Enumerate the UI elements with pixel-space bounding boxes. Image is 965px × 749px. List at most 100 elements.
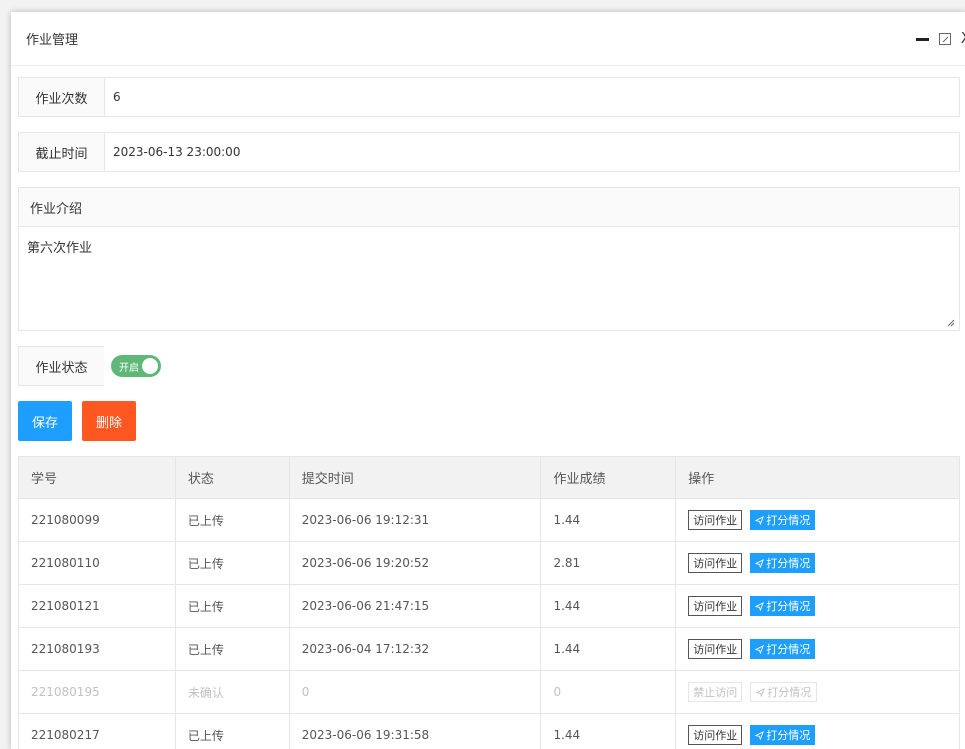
student-id-cell: 221080217 <box>18 713 176 749</box>
intro-textarea[interactable]: 第六次作业 <box>19 227 959 330</box>
send-icon <box>756 687 766 697</box>
close-icon[interactable]: X <box>961 31 965 46</box>
status-row: 作业状态 开启 <box>18 346 960 386</box>
status-switch-text: 开启 <box>119 362 139 374</box>
intro-box: 作业介绍 第六次作业 <box>18 187 960 331</box>
visit-homework-button[interactable]: 访问作业 <box>688 725 743 745</box>
operation-group: 访问作业 打分情况 <box>688 639 959 659</box>
table-header-row: 学号 状态 提交时间 作业成绩 操作 <box>18 456 960 499</box>
homework-modal: 作业管理 X 作业次数 6 截止时间 2023-06-13 23:00:00 作… <box>11 12 965 749</box>
grade-status-button[interactable]: 打分情况 <box>750 682 818 702</box>
intro-label: 作业介绍 <box>19 188 959 227</box>
visit-homework-button[interactable]: 访问作业 <box>688 510 743 530</box>
table-row: 221080099 已上传 2023-06-06 19:12:31 1.44 访问作业 打… <box>18 498 960 542</box>
student-id-cell: 221080195 <box>18 670 176 714</box>
visit-homework-button[interactable]: 禁止访问 <box>688 682 743 702</box>
submit-time-cell: 0 <box>288 670 542 714</box>
window-controls: X <box>915 31 965 46</box>
grade-status-label: 打分情况 <box>767 686 812 699</box>
grade-status-label: 打分情况 <box>766 557 811 570</box>
score-cell: 1.44 <box>540 627 677 671</box>
column-header: 作业成绩 <box>540 456 677 499</box>
send-icon <box>755 558 765 568</box>
status-cell: 已上传 <box>174 498 290 542</box>
deadline-row: 截止时间 2023-06-13 23:00:00 <box>18 132 960 172</box>
column-header: 提交时间 <box>288 456 542 499</box>
send-icon <box>755 644 765 654</box>
student-id-cell: 221080110 <box>18 541 176 585</box>
grade-status-button[interactable]: 打分情况 <box>750 639 816 659</box>
table-row: 221080193 已上传 2023-06-04 17:12:32 1.44 访问作业 打… <box>18 627 960 671</box>
submit-time-cell: 2023-06-04 17:12:32 <box>288 627 542 671</box>
operation-group: 禁止访问 打分情况 <box>688 682 959 702</box>
modal-title: 作业管理 <box>26 33 79 48</box>
status-cell: 已上传 <box>174 713 290 749</box>
action-buttons: 保存 删除 <box>18 401 960 441</box>
grade-status-label: 打分情况 <box>766 600 811 613</box>
homework-count-input[interactable]: 6 <box>105 78 959 116</box>
send-icon <box>755 515 765 525</box>
visit-homework-button[interactable]: 访问作业 <box>688 553 743 573</box>
status-cell: 已上传 <box>174 584 290 628</box>
operation-group: 访问作业 打分情况 <box>688 553 959 573</box>
submit-time-cell: 2023-06-06 19:31:58 <box>288 713 542 749</box>
status-cell: 未确认 <box>174 670 290 714</box>
operation-group: 访问作业 打分情况 <box>688 596 959 616</box>
score-cell: 1.44 <box>540 498 677 542</box>
table-row: 221080217 已上传 2023-06-06 19:31:58 1.44 访问作业 打… <box>18 713 960 749</box>
column-header: 学号 <box>18 456 176 499</box>
table-row: 221080110 已上传 2023-06-06 19:20:52 2.81 访问作业 打… <box>18 541 960 585</box>
operation-cell: 访问作业 打分情况 <box>675 713 960 749</box>
grade-status-button[interactable]: 打分情况 <box>750 596 816 616</box>
operation-cell: 访问作业 打分情况 <box>675 541 960 585</box>
score-cell: 1.44 <box>540 584 677 628</box>
grade-status-button[interactable]: 打分情况 <box>750 510 816 530</box>
delete-button[interactable]: 删除 <box>82 401 137 441</box>
maximize-icon[interactable] <box>938 32 951 45</box>
student-id-cell: 221080099 <box>18 498 176 542</box>
column-header: 操作 <box>675 456 960 499</box>
operation-cell: 访问作业 打分情况 <box>675 498 960 542</box>
grade-status-button[interactable]: 打分情况 <box>750 553 816 573</box>
grade-status-label: 打分情况 <box>766 729 811 742</box>
grade-status-button[interactable]: 打分情况 <box>750 725 816 745</box>
deadline-input[interactable]: 2023-06-13 23:00:00 <box>105 133 959 171</box>
visit-homework-button[interactable]: 访问作业 <box>688 639 743 659</box>
minimize-icon[interactable] <box>915 38 929 41</box>
student-id-cell: 221080193 <box>18 627 176 671</box>
resize-grip-icon[interactable] <box>947 319 955 327</box>
grade-status-label: 打分情况 <box>766 514 811 527</box>
table-row: 221080195 未确认 0 0 禁止访问 打分情况 <box>18 670 960 714</box>
status-switch[interactable]: 开启 <box>111 355 161 377</box>
table-body: 221080099 已上传 2023-06-06 19:12:31 1.44 访问作业打… <box>18 498 960 749</box>
submission-table: 学号 状态 提交时间 作业成绩 操作 221080099 已上传 2023-06-06 19… <box>18 456 960 749</box>
send-icon <box>755 601 765 611</box>
homework-count-label: 作业次数 <box>19 78 105 116</box>
column-header: 状态 <box>174 456 290 499</box>
send-icon <box>755 730 765 740</box>
modal-body: 作业次数 6 截止时间 2023-06-13 23:00:00 作业介绍 第六次… <box>18 77 960 749</box>
operation-cell: 禁止访问 打分情况 <box>675 670 960 714</box>
table-row: 221080121 已上传 2023-06-06 21:47:15 1.44 访问作业 打… <box>18 584 960 628</box>
score-cell: 0 <box>540 670 677 714</box>
submit-time-cell: 2023-06-06 21:47:15 <box>288 584 542 628</box>
student-id-cell: 221080121 <box>18 584 176 628</box>
homework-count-row: 作业次数 6 <box>18 77 960 117</box>
modal-header: 作业管理 X <box>11 12 965 66</box>
operation-cell: 访问作业 打分情况 <box>675 627 960 671</box>
operation-cell: 访问作业 打分情况 <box>675 584 960 628</box>
status-cell: 已上传 <box>174 541 290 585</box>
submit-time-cell: 2023-06-06 19:20:52 <box>288 541 542 585</box>
operation-group: 访问作业 打分情况 <box>688 510 959 530</box>
switch-knob <box>142 358 158 374</box>
grade-status-label: 打分情况 <box>766 643 811 656</box>
intro-text: 第六次作业 <box>27 241 93 256</box>
visit-homework-button[interactable]: 访问作业 <box>688 596 743 616</box>
save-button[interactable]: 保存 <box>18 401 73 441</box>
status-cell: 已上传 <box>174 627 290 671</box>
score-cell: 1.44 <box>540 713 677 749</box>
score-cell: 2.81 <box>540 541 677 585</box>
status-label: 作业状态 <box>18 346 104 386</box>
deadline-label: 截止时间 <box>19 133 105 171</box>
operation-group: 访问作业 打分情况 <box>688 725 959 745</box>
